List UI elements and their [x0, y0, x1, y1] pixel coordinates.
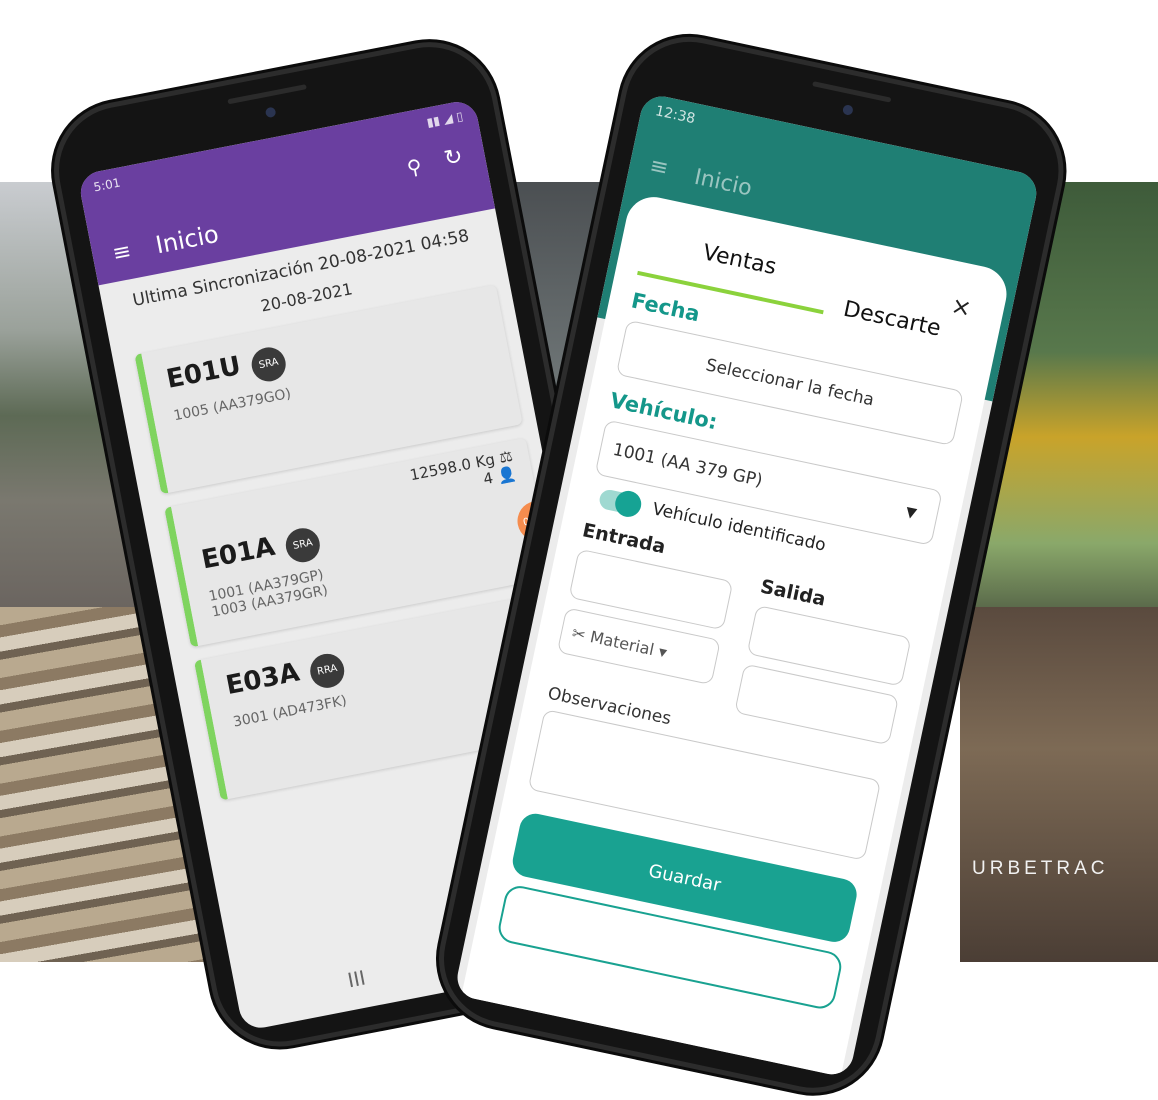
chevron-down-icon: ▾	[652, 640, 669, 662]
tab-ventas[interactable]: Ventas	[701, 240, 779, 280]
chevron-down-icon: ▼	[904, 503, 919, 522]
status-time: 5:01	[92, 175, 122, 195]
page-title: Inicio	[153, 219, 221, 260]
background-photo-recycling	[960, 607, 1158, 962]
menu-icon[interactable]: ≡	[647, 153, 670, 181]
status-icons: ▮▮ ◢ ▯	[425, 108, 465, 130]
vehicle-identified-toggle[interactable]	[597, 488, 642, 516]
search-icon[interactable]: ⚲	[405, 154, 424, 180]
camera	[264, 106, 277, 119]
vehicle-select-value: 1001 (AA 379 GP)	[611, 439, 765, 492]
recent-apps-button[interactable]: III	[346, 965, 368, 992]
route-code: E01A	[199, 531, 278, 576]
material-label: Material	[588, 626, 656, 659]
route-badge: SRA	[248, 343, 289, 384]
route-code: E03A	[223, 657, 302, 702]
app-bar: 5:01 ▮▮ ◢ ▯ ≡ Inicio ⚲ ↻	[77, 98, 496, 286]
speaker	[227, 84, 307, 105]
route-badge: SRA	[282, 524, 323, 565]
page-title: Inicio	[692, 164, 755, 202]
status-time: 12:38	[653, 103, 697, 128]
brand-text: URBETRAC	[972, 858, 1109, 879]
people-count: 4	[481, 468, 495, 489]
sync-icon[interactable]: ↻	[442, 144, 465, 172]
close-icon[interactable]: ×	[949, 291, 974, 323]
menu-icon[interactable]: ≡	[110, 239, 133, 267]
speaker	[812, 81, 892, 103]
route-badge: RRA	[307, 650, 348, 691]
route-code: E01U	[163, 351, 244, 395]
camera	[841, 104, 854, 116]
person-icon: 👤	[495, 464, 518, 486]
